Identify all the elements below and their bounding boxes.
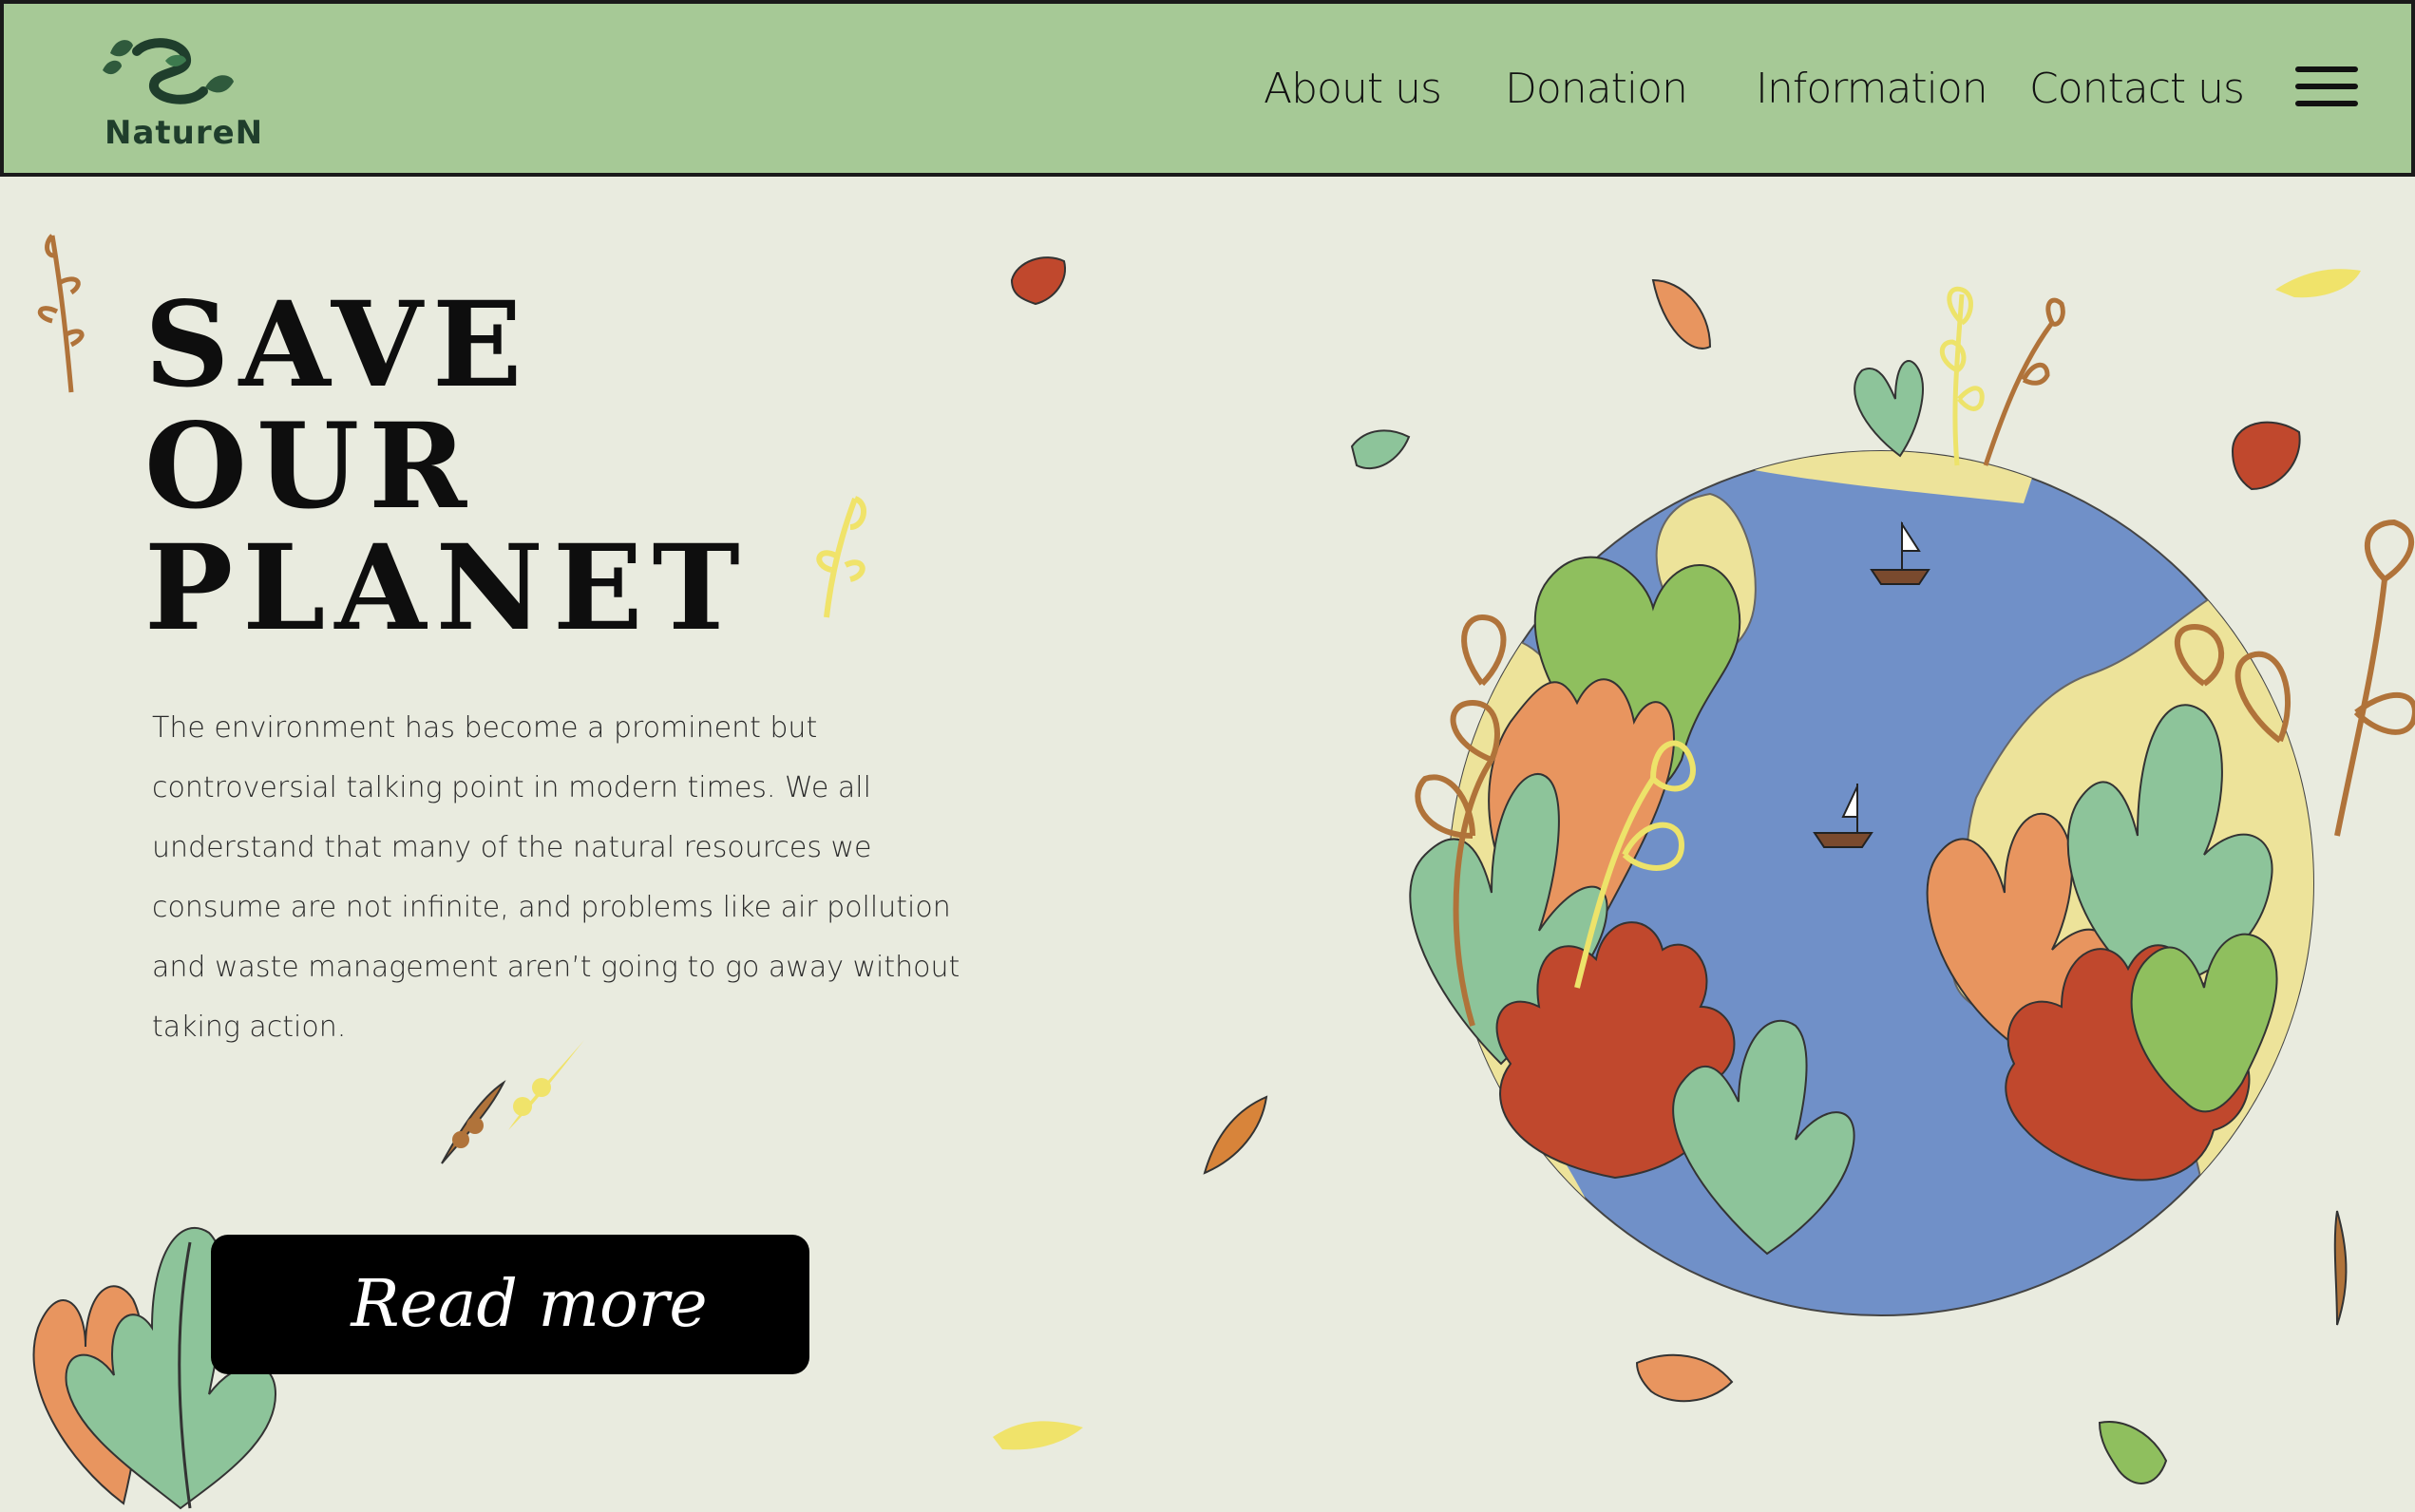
hero-title-line: SAVE: [144, 276, 532, 414]
leaf-logo-icon: [103, 38, 234, 104]
brand-name: NatureN: [105, 114, 264, 152]
yellow-outline-leaf-icon: [816, 496, 866, 618]
yellow-leaf-icon: [2275, 269, 2361, 298]
nav-contact-us[interactable]: Contact us: [2029, 65, 2245, 113]
navbar: NatureN About us Donation Information Co…: [0, 0, 2415, 177]
hamburger-menu-icon[interactable]: [2295, 65, 2362, 118]
hero-title-line: OUR: [144, 398, 477, 536]
red-leaf-icon: [1010, 256, 1066, 306]
hero-title: SAVE OUR PLANET: [144, 285, 750, 650]
green-leaf-icon: [1350, 429, 1411, 470]
hero-description: The environment has become a prominent b…: [152, 711, 960, 1044]
brown-sprig-icon: [2333, 1210, 2348, 1326]
hero-title-line: PLANET: [144, 520, 750, 657]
brown-sprig-icon: [38, 234, 85, 393]
read-more-button[interactable]: Read more: [211, 1235, 809, 1374]
brand-logo[interactable]: NatureN: [99, 32, 262, 156]
orange-leaf-icon: [1635, 1353, 1734, 1403]
green-leaf-icon: [2098, 1421, 2168, 1484]
top-sprigs: [1854, 360, 1924, 458]
yellow-leaf-icon: [993, 1421, 1083, 1450]
nav-donation[interactable]: Donation: [1505, 65, 1688, 113]
orange-leaf-icon: [1651, 278, 1712, 350]
nav-about-us[interactable]: About us: [1264, 65, 1442, 113]
orange-leaf-icon: [1203, 1095, 1268, 1175]
red-leaf-icon: [2231, 421, 2301, 491]
read-more-label: Read more: [351, 1267, 708, 1342]
nav-information[interactable]: Information: [1756, 65, 1988, 113]
